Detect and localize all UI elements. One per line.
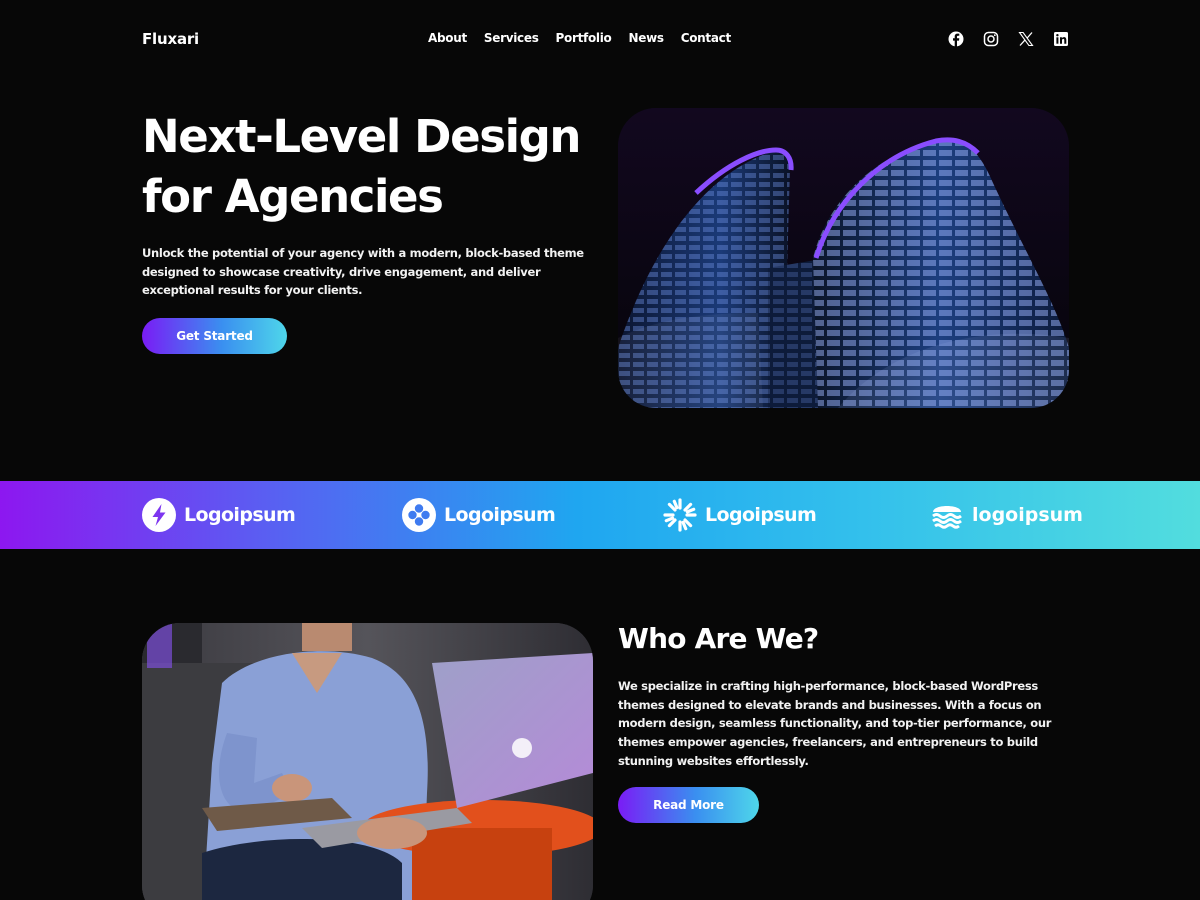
nav-link-portfolio[interactable]: Portfolio — [556, 31, 612, 45]
nav-link-about[interactable]: About — [428, 31, 467, 45]
partner-logo-3-label: Logoipsum — [705, 504, 817, 526]
lightning-logo-icon — [142, 498, 176, 532]
linkedin-icon[interactable] — [1053, 31, 1069, 47]
hero-title-line-2: for Agencies — [142, 170, 444, 223]
partner-logo-1-label: Logoipsum — [184, 504, 296, 526]
sunburst-logo-icon — [663, 498, 697, 532]
social-links — [948, 31, 1069, 47]
instagram-icon[interactable] — [983, 31, 999, 47]
partner-logo-4-label: logoipsum — [972, 504, 1083, 526]
partner-logo-2-label: Logoipsum — [444, 504, 556, 526]
hero-image — [618, 108, 1069, 408]
facebook-icon[interactable] — [948, 31, 964, 47]
hero-title-line-1: Next-Level Design — [142, 110, 581, 163]
nav-link-services[interactable]: Services — [484, 31, 539, 45]
logo-band: Logoipsum Logoipsum Logoipsum logoipsum — [0, 481, 1200, 549]
partner-logo-4: logoipsum — [930, 498, 1083, 532]
partner-logo-2: Logoipsum — [402, 498, 556, 532]
about-image — [142, 623, 593, 900]
about-description: We specialize in crafting high-performan… — [618, 679, 1052, 768]
x-icon[interactable] — [1018, 31, 1034, 47]
hero-title: Next-Level Design for Agencies — [142, 107, 602, 227]
get-started-button[interactable]: Get Started — [142, 318, 287, 354]
nav-link-news[interactable]: News — [628, 31, 664, 45]
nav-link-contact[interactable]: Contact — [681, 31, 731, 45]
about-title: Who Are We? — [618, 622, 819, 655]
read-more-button[interactable]: Read More — [618, 787, 759, 823]
partner-logo-3: Logoipsum — [663, 498, 817, 532]
site-logo[interactable]: Fluxari — [142, 30, 199, 48]
flower-logo-icon — [402, 498, 436, 532]
waves-logo-icon — [930, 498, 964, 532]
hero-description: Unlock the potential of your agency with… — [142, 246, 584, 297]
site-header: Fluxari About Services Portfolio News Co… — [0, 0, 1200, 80]
partner-logo-1: Logoipsum — [142, 498, 296, 532]
main-nav: About Services Portfolio News Contact — [428, 31, 731, 45]
